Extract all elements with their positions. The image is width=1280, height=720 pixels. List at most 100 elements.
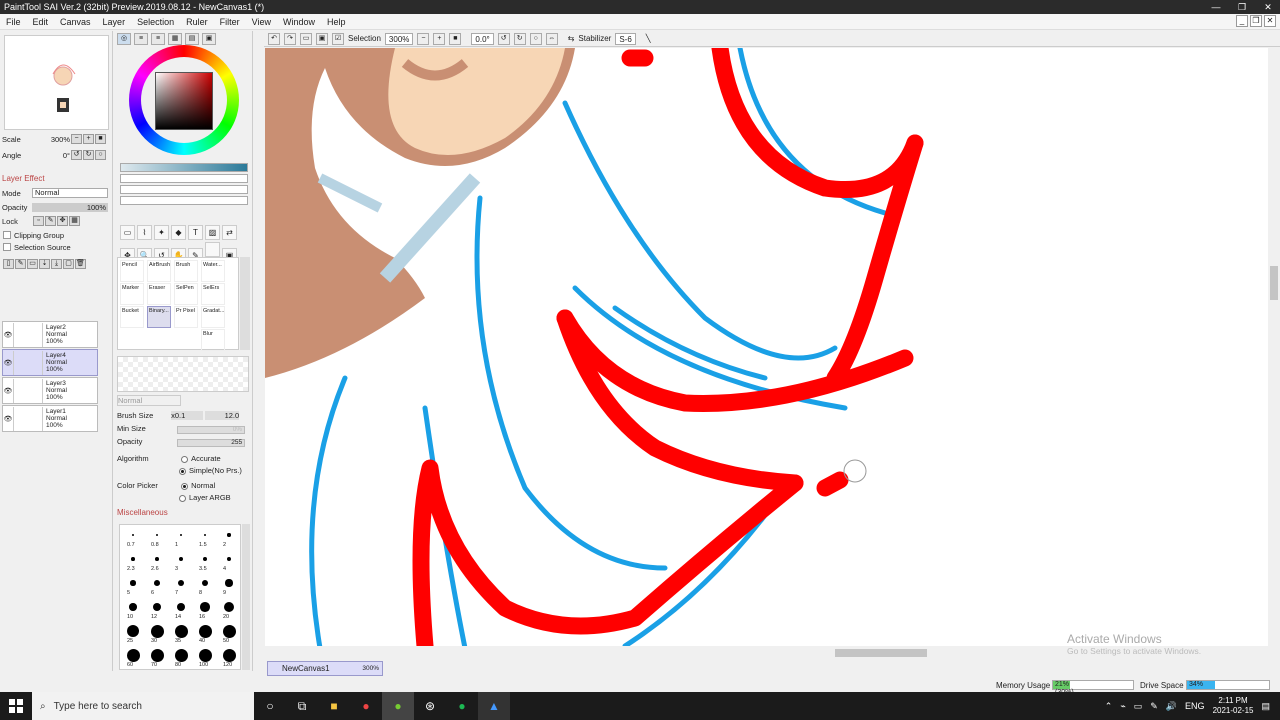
flip-horizontal-icon[interactable]: ⇆ xyxy=(568,34,575,43)
network-icon[interactable]: ▭ xyxy=(1134,701,1143,712)
brush-selpen[interactable]: SelPen xyxy=(174,283,198,305)
brush-marker[interactable]: Marker xyxy=(120,283,144,305)
rotate-cw-icon[interactable]: ↻ xyxy=(513,32,526,45)
scratchpad-tab-icon[interactable]: ▤ xyxy=(185,33,199,45)
menu-edit[interactable]: Edit xyxy=(27,17,55,27)
rotate-left-button[interactable]: ↺ xyxy=(71,150,82,160)
brush-size-multiplier[interactable]: x0.1 xyxy=(171,411,204,420)
brush-size-dot[interactable] xyxy=(201,579,209,587)
menu-help[interactable]: Help xyxy=(321,17,352,27)
menu-canvas[interactable]: Canvas xyxy=(54,17,97,27)
lock-move-icon[interactable]: ✎ xyxy=(45,216,56,226)
rotate-right-button[interactable]: ↻ xyxy=(83,150,94,160)
menu-window[interactable]: Window xyxy=(277,17,321,27)
brush-size-dot[interactable] xyxy=(150,624,164,638)
menu-file[interactable]: File xyxy=(0,17,27,27)
selection-source-row[interactable]: Selection Source xyxy=(2,241,71,253)
brush-size-dot[interactable] xyxy=(198,648,212,662)
new-folder-icon[interactable]: ▭ xyxy=(27,259,38,269)
blank-tool-icon[interactable] xyxy=(205,242,220,257)
brush-blur[interactable]: Blur xyxy=(201,329,225,351)
straight-line-icon[interactable]: ╲ xyxy=(646,34,651,43)
clear-layer-icon[interactable]: ▢ xyxy=(63,259,74,269)
menu-selection[interactable]: Selection xyxy=(131,17,180,27)
tray-chevron-icon[interactable]: ⌃ xyxy=(1105,701,1113,712)
brush-size-dot[interactable] xyxy=(223,601,235,613)
flip-icon[interactable]: ⇔ xyxy=(545,32,558,45)
brush-size-dot[interactable] xyxy=(179,533,183,537)
brush-size-dot[interactable] xyxy=(222,648,236,662)
show-selection-icon[interactable]: ☑ xyxy=(332,32,344,45)
new-linework-icon[interactable]: ✎ xyxy=(15,259,26,269)
layer-effect-title[interactable]: Layer Effect xyxy=(2,174,45,183)
layer-item-layer2[interactable]: 👁 Layer2 Normal 100% xyxy=(2,321,98,348)
layer-opacity-slider[interactable]: 100% xyxy=(32,202,108,212)
color-picker-argb-radio[interactable] xyxy=(179,494,186,502)
brush-size-dot[interactable] xyxy=(202,556,208,562)
color-wheel-tab-icon[interactable]: ◎ xyxy=(117,33,131,45)
brush-size-dot[interactable] xyxy=(129,603,137,611)
brush-size-dot[interactable] xyxy=(225,579,233,587)
text-icon[interactable]: T xyxy=(188,225,203,240)
cortana-icon[interactable]: ○ xyxy=(254,692,286,720)
horizontal-scroll-thumb[interactable] xyxy=(835,649,927,657)
new-layer-icon[interactable]: ▯ xyxy=(3,259,14,269)
close-button[interactable]: ✕ xyxy=(1262,0,1274,14)
brush-size-dot[interactable] xyxy=(155,557,159,561)
selection-source-checkbox[interactable] xyxy=(3,243,11,251)
magic-wand-icon[interactable]: ✦ xyxy=(154,225,169,240)
document-tab-newcanvas1[interactable]: NewCanvas1 300% xyxy=(267,661,383,676)
zoom-field[interactable]: 300% xyxy=(384,32,414,45)
scratch-bar[interactable] xyxy=(120,174,248,183)
brush-prpixel[interactable]: Pr Pixel xyxy=(174,306,198,328)
usb-icon[interactable]: ⌁ xyxy=(1120,701,1125,712)
layer-item-layer1[interactable]: 👁 Layer1 Normal 100% xyxy=(2,405,98,432)
lock-all-icon[interactable]: ✥ xyxy=(57,216,68,226)
deselect-icon[interactable]: ▭ xyxy=(300,32,312,45)
brush-size-dot[interactable] xyxy=(155,533,159,537)
language-indicator[interactable]: ENG xyxy=(1185,701,1205,711)
merge-down-icon[interactable]: ⤓ xyxy=(51,259,62,269)
angle-field[interactable]: 0.0° xyxy=(471,32,494,45)
mode-select[interactable]: Normal xyxy=(32,188,108,198)
brush-brush[interactable]: Brush xyxy=(174,260,198,282)
brush-pencil[interactable]: Pencil xyxy=(120,260,144,282)
algorithm-accurate-radio[interactable] xyxy=(181,455,189,463)
canvas-vertical-scrollbar[interactable] xyxy=(1268,48,1280,646)
brush-selers[interactable]: SelErs xyxy=(201,283,225,305)
doc-restore-button[interactable]: ❐ xyxy=(1250,15,1262,27)
brush-size-dot[interactable] xyxy=(177,579,185,587)
swap-color-icon[interactable]: ⇄ xyxy=(222,225,237,240)
maximize-button[interactable]: ❐ xyxy=(1236,0,1248,14)
doc-close-button[interactable]: ✕ xyxy=(1264,15,1276,27)
lasso-icon[interactable]: ⌇ xyxy=(137,225,152,240)
layer-item-layer3[interactable]: 👁 Layer3 Normal 100% xyxy=(2,377,98,404)
misc-row[interactable]: Miscellaneous xyxy=(117,508,250,517)
rect-select-icon[interactable]: ▭ xyxy=(120,225,135,240)
color-scratch-bars[interactable] xyxy=(120,163,248,215)
clipping-row[interactable]: Clipping Group xyxy=(2,229,64,241)
invert-select-icon[interactable]: ▣ xyxy=(316,32,328,45)
layer-item-layer4[interactable]: 👁 Layer4 Normal 100% xyxy=(2,349,98,376)
lock-alpha-icon[interactable]: ▦ xyxy=(69,216,80,226)
brush-size-dot[interactable] xyxy=(131,557,135,561)
brush-size-dot[interactable] xyxy=(176,602,186,612)
clipping-checkbox[interactable] xyxy=(3,231,11,239)
lock-pixels-icon[interactable]: ▫ xyxy=(33,216,44,226)
visibility-eye-icon[interactable]: 👁 xyxy=(3,359,13,367)
angle-value[interactable]: 0° xyxy=(42,151,70,160)
menu-layer[interactable]: Layer xyxy=(97,17,132,27)
transfer-down-icon[interactable]: ⇣ xyxy=(39,259,50,269)
brush-size-dot[interactable] xyxy=(174,624,188,638)
dot-grid-scrollbar[interactable] xyxy=(242,524,250,670)
visibility-eye-icon[interactable]: 👁 xyxy=(3,331,13,339)
rgb-slider-tab-icon[interactable]: ≡ xyxy=(134,33,148,45)
redo-icon[interactable]: ↷ xyxy=(284,32,296,45)
saturation-value-square[interactable] xyxy=(155,72,213,130)
brush-size-dot[interactable] xyxy=(203,533,207,537)
swatches-tab-icon[interactable]: ▦ xyxy=(168,33,182,45)
vertical-scroll-thumb[interactable] xyxy=(1270,266,1278,300)
doc-minimize-button[interactable]: _ xyxy=(1236,15,1248,27)
brush-size-dot[interactable] xyxy=(198,624,212,638)
brush-eraser[interactable]: Eraser xyxy=(147,283,171,305)
